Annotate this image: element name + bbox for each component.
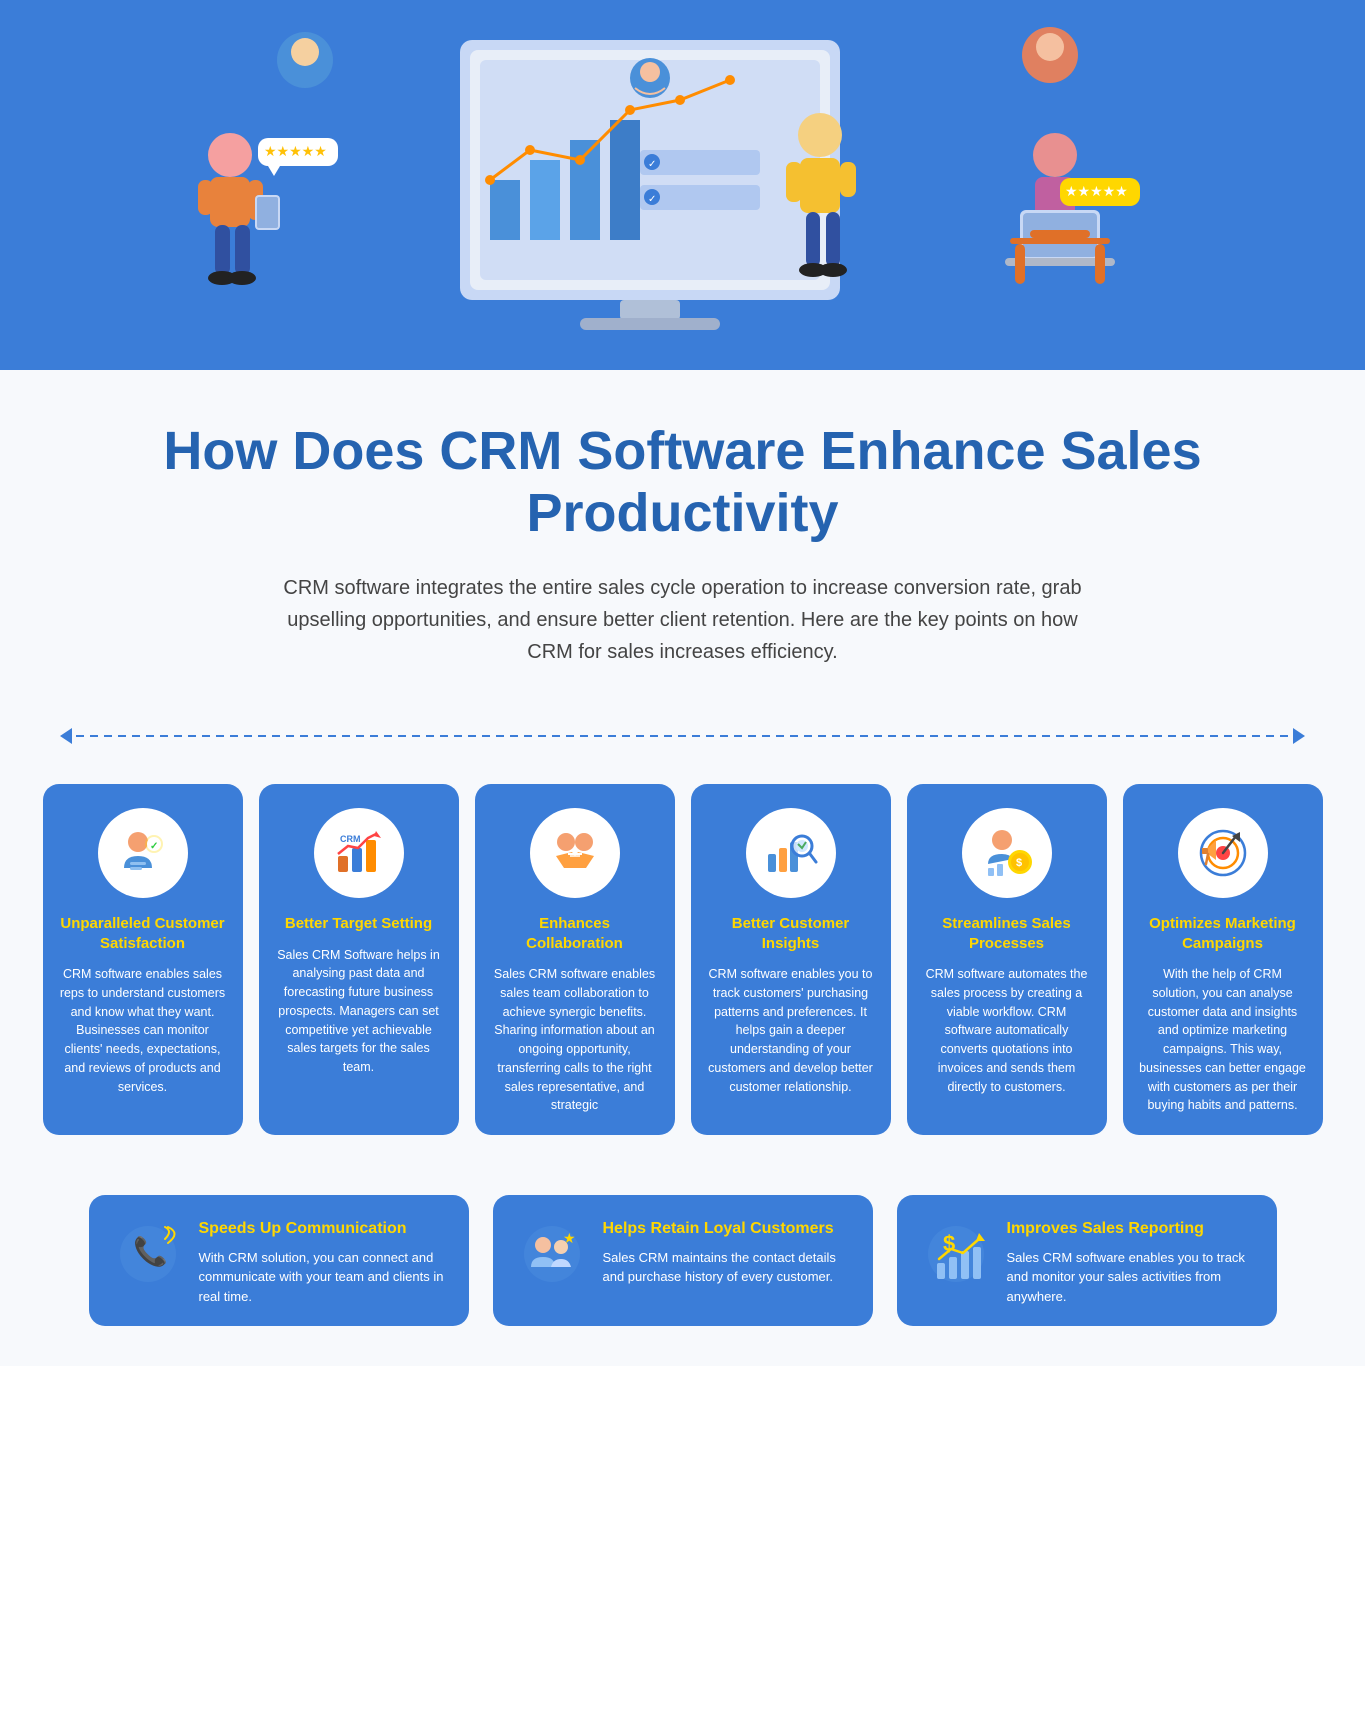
card-title-insights: Better Customer Insights	[707, 914, 875, 953]
bottom-card-content-retain: Helps Retain Loyal Customers Sales CRM m…	[603, 1219, 849, 1287]
card-icon-insights	[746, 808, 836, 898]
card-icon-target-setting: CRM	[314, 808, 404, 898]
arrow-left-icon	[60, 728, 72, 744]
card-optimizes-marketing: Optimizes Marketing Campaigns With the h…	[1123, 784, 1323, 1135]
phone-network-icon: 📞	[113, 1219, 183, 1289]
card-body-target: Sales CRM Software helps in analysing pa…	[275, 946, 443, 1077]
bottom-card-content-communication: Speeds Up Communication With CRM solutio…	[199, 1219, 445, 1306]
card-better-target-setting: CRM Better Target Setting Sales CRM Soft…	[259, 784, 459, 1135]
bottom-card-title-communication: Speeds Up Communication	[199, 1219, 445, 1240]
card-body-marketing: With the help of CRM solution, you can a…	[1139, 965, 1307, 1115]
arrow-line	[76, 735, 1289, 737]
card-body-unparalleled: CRM software enables sales reps to under…	[59, 965, 227, 1096]
main-cards-section: ✓ Unparalleled Customer Satisfaction CRM…	[0, 774, 1365, 1175]
card-title-marketing: Optimizes Marketing Campaigns	[1139, 914, 1307, 953]
arrow-divider	[0, 698, 1365, 774]
bottom-row: 📞 Speeds Up Communication With CRM solut…	[40, 1195, 1325, 1326]
bottom-card-reporting: $ Improves Sales Reporting Sales CRM sof…	[897, 1195, 1277, 1326]
communication-svg: 📞	[113, 1219, 183, 1289]
svg-text:★★★★★: ★★★★★	[1065, 183, 1128, 199]
hero-section: ✓ ✓ ★★★★★	[0, 0, 1365, 370]
bottom-card-body-retain: Sales CRM maintains the contact details …	[603, 1248, 849, 1287]
bottom-card-title-reporting: Improves Sales Reporting	[1007, 1219, 1253, 1240]
card-title-target: Better Target Setting	[285, 914, 432, 934]
svg-text:CRM: CRM	[340, 834, 361, 844]
arrow-right-icon	[1293, 728, 1305, 744]
bottom-card-retain: ★ Helps Retain Loyal Customers Sales CRM…	[493, 1195, 873, 1326]
svg-text:★: ★	[563, 1230, 576, 1246]
card-icon-marketing	[1178, 808, 1268, 898]
card-title-streamlines: Streamlines Sales Processes	[923, 914, 1091, 953]
svg-text:✓: ✓	[648, 194, 656, 205]
card-enhances-collaboration: Enhances Collaboration Sales CRM softwar…	[475, 784, 675, 1135]
card-body-insights: CRM software enables you to track custom…	[707, 965, 875, 1096]
svg-text:$: $	[943, 1231, 955, 1256]
bottom-card-body-reporting: Sales CRM software enables you to track …	[1007, 1248, 1253, 1307]
card-unparalleled-customer-satisfaction: ✓ Unparalleled Customer Satisfaction CRM…	[43, 784, 243, 1135]
retain-svg: ★	[517, 1219, 587, 1289]
hero-illustration: ✓ ✓ ★★★★★	[0, 0, 1365, 370]
target-arrow-icon	[1196, 826, 1250, 880]
cards-row: ✓ Unparalleled Customer Satisfaction CRM…	[40, 784, 1325, 1135]
card-streamlines-sales: $ Streamlines Sales Processes CRM softwa…	[907, 784, 1107, 1135]
svg-text:📞: 📞	[133, 1233, 168, 1268]
magnifier-chart-icon	[764, 826, 818, 880]
bottom-card-content-reporting: Improves Sales Reporting Sales CRM softw…	[1007, 1219, 1253, 1306]
main-title: How Does CRM Software Enhance Sales Prod…	[120, 420, 1245, 544]
card-body-collaboration: Sales CRM software enables sales team co…	[491, 965, 659, 1115]
title-section: How Does CRM Software Enhance Sales Prod…	[0, 370, 1365, 698]
card-icon-sales: $	[962, 808, 1052, 898]
bottom-card-title-retain: Helps Retain Loyal Customers	[603, 1219, 849, 1240]
svg-text:✓: ✓	[648, 159, 656, 170]
subtitle: CRM software integrates the entire sales…	[273, 572, 1093, 668]
crm-chart-icon: CRM	[332, 826, 386, 880]
person-checkmark-icon: ✓	[116, 826, 170, 880]
card-icon-unparalleled: ✓	[98, 808, 188, 898]
reporting-svg: $	[921, 1219, 991, 1289]
card-title-unparalleled: Unparalleled Customer Satisfaction	[59, 914, 227, 953]
bottom-section: 📞 Speeds Up Communication With CRM solut…	[0, 1175, 1365, 1366]
svg-text:✓: ✓	[150, 841, 158, 852]
bottom-card-communication: 📞 Speeds Up Communication With CRM solut…	[89, 1195, 469, 1326]
people-star-icon: ★	[517, 1219, 587, 1289]
person-coin-icon: $	[980, 826, 1034, 880]
handshake-icon	[548, 826, 602, 880]
svg-text:$: $	[1016, 857, 1022, 869]
bottom-card-body-communication: With CRM solution, you can connect and c…	[199, 1248, 445, 1307]
svg-text:★★★★★: ★★★★★	[264, 143, 327, 159]
card-icon-collaboration	[530, 808, 620, 898]
card-body-streamlines: CRM software automates the sales process…	[923, 965, 1091, 1096]
card-better-customer-insights: Better Customer Insights CRM software en…	[691, 784, 891, 1135]
dollar-chart-icon: $	[921, 1219, 991, 1289]
card-title-collaboration: Enhances Collaboration	[491, 914, 659, 953]
